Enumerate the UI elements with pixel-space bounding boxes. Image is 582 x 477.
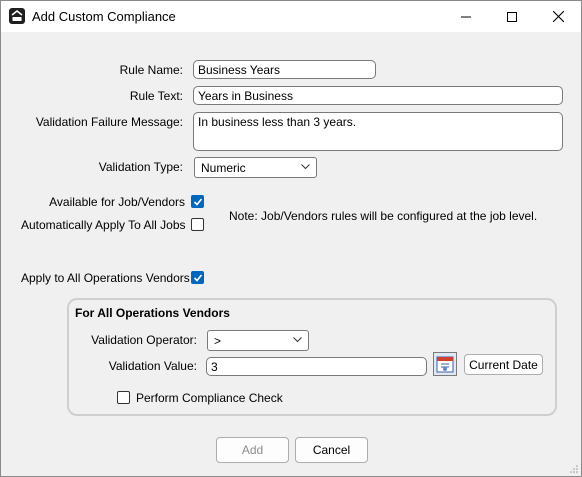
- minimize-button[interactable]: [443, 1, 489, 32]
- validation-type-label: Validation Type:: [98, 160, 183, 174]
- perform-compliance-check-label: Perform Compliance Check: [136, 391, 283, 405]
- perform-compliance-check-checkbox[interactable]: [117, 391, 130, 404]
- chevron-down-icon: [301, 164, 310, 170]
- rule-name-label: Rule Name:: [119, 63, 183, 77]
- checkmark-icon: [193, 198, 203, 206]
- available-for-jobs-checkbox[interactable]: [191, 195, 204, 208]
- close-icon: [552, 11, 564, 22]
- rule-text-input[interactable]: Years in Business: [193, 86, 563, 105]
- validation-operator-label: Validation Operator:: [91, 333, 197, 347]
- window-title: Add Custom Compliance: [32, 9, 176, 24]
- validation-value-label: Validation Value:: [108, 359, 197, 373]
- job-level-note: Note: Job/Vendors rules will be configur…: [229, 209, 538, 223]
- validation-operator-value: >: [214, 334, 222, 348]
- add-button[interactable]: Add: [216, 437, 289, 463]
- calendar-button[interactable]: [433, 352, 457, 376]
- apply-ops-vendors-label: Apply to All Operations Vendors: [21, 271, 190, 285]
- calendar-icon: [436, 356, 454, 373]
- checkmark-icon: [193, 274, 203, 282]
- maximize-icon: [507, 11, 517, 22]
- validation-value-input[interactable]: 3: [206, 357, 427, 376]
- close-button[interactable]: [535, 1, 581, 32]
- validation-type-value: Numeric: [201, 161, 246, 175]
- available-for-jobs-label: Available for Job/Vendors: [49, 195, 185, 209]
- failure-message-label: Validation Failure Message:: [35, 115, 183, 129]
- minimize-icon: [461, 16, 471, 17]
- validation-type-select[interactable]: Numeric: [194, 157, 317, 178]
- group-title: For All Operations Vendors: [75, 306, 230, 320]
- title-bar[interactable]: Add Custom Compliance: [1, 1, 581, 32]
- rule-name-input[interactable]: Business Years: [193, 60, 376, 79]
- dialog-window: Add Custom Compliance Rule Name: Busines…: [0, 0, 582, 477]
- auto-apply-checkbox[interactable]: [191, 218, 204, 231]
- resize-grip-icon[interactable]: [569, 464, 579, 474]
- cancel-button[interactable]: Cancel: [295, 437, 368, 463]
- failure-message-textarea[interactable]: In business less than 3 years.: [193, 112, 563, 151]
- rule-text-label: Rule Text:: [129, 89, 183, 103]
- current-date-button[interactable]: Current Date: [464, 354, 543, 375]
- chevron-down-icon: [293, 337, 302, 343]
- validation-operator-select[interactable]: >: [207, 330, 309, 351]
- auto-apply-label: Automatically Apply To All Jobs: [21, 218, 186, 232]
- maximize-button[interactable]: [489, 1, 535, 32]
- app-logo-icon: [9, 8, 25, 24]
- apply-ops-vendors-checkbox[interactable]: [191, 271, 204, 284]
